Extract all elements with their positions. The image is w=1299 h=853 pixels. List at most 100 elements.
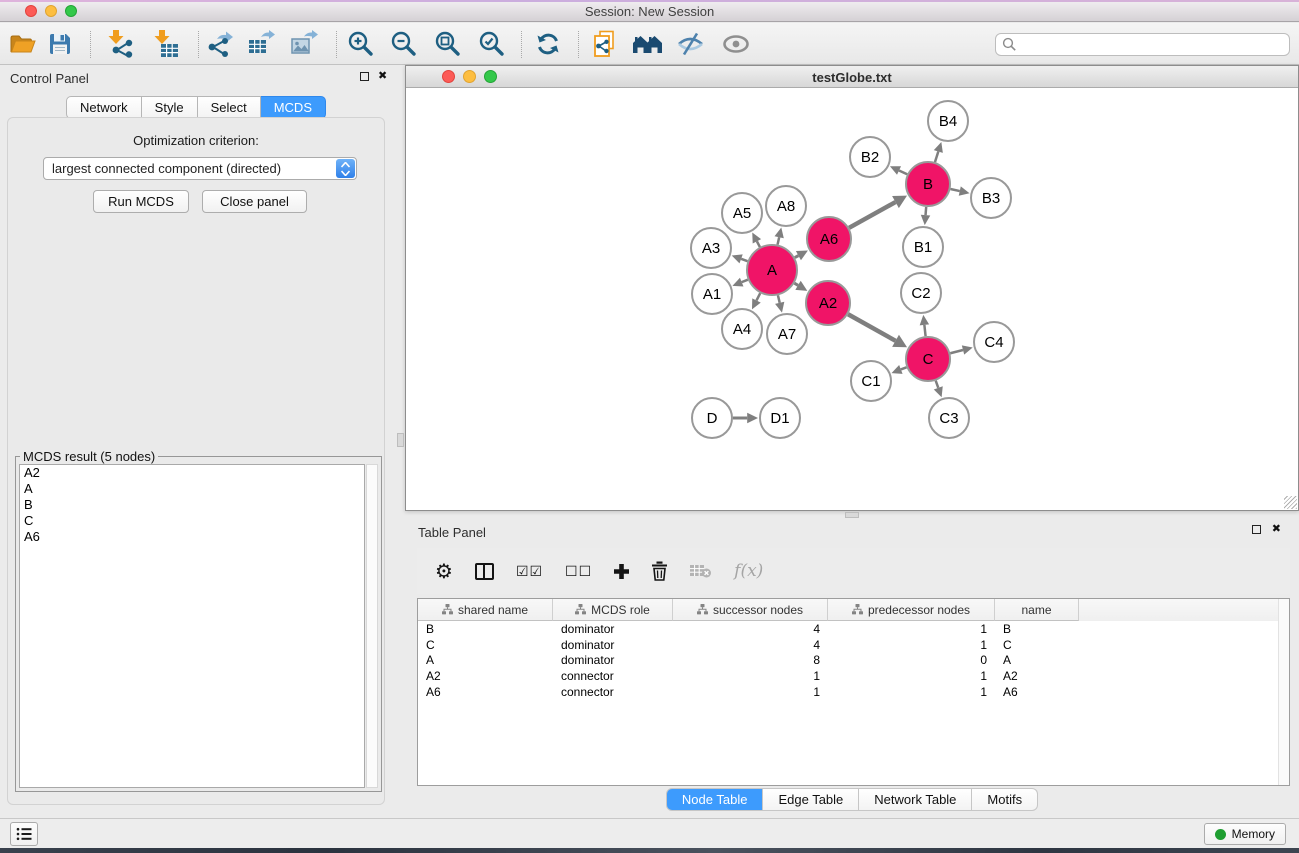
mcds-result-item[interactable]: A2 bbox=[20, 465, 364, 481]
edge-A-A7[interactable] bbox=[778, 295, 780, 303]
zoom-selected-icon[interactable] bbox=[478, 30, 506, 58]
tab-edge-table[interactable]: Edge Table bbox=[763, 788, 859, 811]
save-session-icon[interactable] bbox=[48, 32, 72, 56]
table-cell[interactable]: C bbox=[418, 638, 553, 652]
import-network-icon[interactable] bbox=[106, 30, 134, 58]
network-window-titlebar[interactable]: testGlobe.txt bbox=[406, 66, 1298, 88]
edge-A-A6[interactable] bbox=[795, 256, 799, 258]
edge-B-B4[interactable] bbox=[935, 151, 938, 162]
import-table-icon[interactable] bbox=[152, 30, 180, 58]
table-row[interactable]: A2connector11A2 bbox=[418, 668, 1289, 684]
table-cell[interactable]: B bbox=[418, 622, 553, 636]
open-session-icon[interactable] bbox=[8, 32, 36, 56]
edge-C-C2[interactable] bbox=[924, 325, 925, 336]
mcds-result-item[interactable]: A6 bbox=[20, 529, 364, 545]
edge-A2-C[interactable] bbox=[848, 314, 895, 341]
edge-B-B1[interactable] bbox=[926, 207, 927, 215]
table-cell[interactable]: dominator bbox=[553, 653, 673, 667]
add-column-icon[interactable] bbox=[614, 564, 629, 579]
edge-A-A4[interactable] bbox=[757, 293, 761, 300]
float-panel-icon[interactable] bbox=[360, 72, 369, 84]
edge-A-A8[interactable] bbox=[778, 237, 780, 244]
criterion-dropdown[interactable]: largest connected component (directed) bbox=[43, 157, 357, 180]
table-cell[interactable]: 4 bbox=[673, 638, 828, 652]
edge-B-B3[interactable] bbox=[950, 189, 959, 191]
export-image-icon[interactable] bbox=[290, 30, 318, 58]
table-cell[interactable]: 8 bbox=[673, 653, 828, 667]
export-table-icon[interactable] bbox=[247, 30, 275, 58]
column-header-name[interactable]: name bbox=[995, 599, 1079, 621]
mcds-result-item[interactable]: B bbox=[20, 497, 364, 513]
table-float-panel-icon[interactable] bbox=[1252, 525, 1261, 537]
table-row[interactable]: Adominator80A bbox=[418, 652, 1289, 668]
table-close-panel-icon[interactable]: ✖ bbox=[1272, 524, 1281, 535]
search-input[interactable] bbox=[995, 33, 1290, 56]
export-network-icon[interactable] bbox=[205, 30, 233, 58]
close-panel-button[interactable]: Close panel bbox=[202, 190, 307, 213]
table-cell[interactable]: A6 bbox=[418, 685, 553, 699]
close-panel-icon[interactable]: ✖ bbox=[378, 71, 387, 82]
zoom-in-icon[interactable] bbox=[347, 30, 375, 58]
zoom-out-icon[interactable] bbox=[390, 30, 418, 58]
mcds-result-item[interactable]: A bbox=[20, 481, 364, 497]
tab-network[interactable]: Network bbox=[66, 96, 142, 119]
toggle-column-view-icon[interactable] bbox=[475, 563, 494, 580]
table-cell[interactable]: dominator bbox=[553, 622, 673, 636]
settings-gear-icon[interactable]: ⚙ bbox=[435, 559, 453, 584]
run-mcds-button[interactable]: Run MCDS bbox=[93, 190, 189, 213]
table-cell[interactable]: 1 bbox=[828, 669, 995, 683]
deselect-all-checkboxes-icon[interactable]: ☐☐ bbox=[565, 563, 592, 580]
table-cell[interactable]: 1 bbox=[673, 685, 828, 699]
hide-unselected-icon[interactable] bbox=[676, 32, 706, 56]
tab-node-table[interactable]: Node Table bbox=[666, 788, 764, 811]
table-cell[interactable]: 4 bbox=[673, 622, 828, 636]
table-cell[interactable]: A6 bbox=[995, 685, 1079, 699]
table-cell[interactable]: connector bbox=[553, 685, 673, 699]
table-cell[interactable]: dominator bbox=[553, 638, 673, 652]
table-cell[interactable]: A bbox=[418, 653, 553, 667]
table-row[interactable]: Cdominator41C bbox=[418, 637, 1289, 653]
task-history-button[interactable] bbox=[10, 822, 38, 846]
table-cell[interactable]: B bbox=[995, 622, 1079, 636]
table-cell[interactable]: C bbox=[995, 638, 1079, 652]
home-icon[interactable] bbox=[632, 33, 664, 55]
table-cell[interactable]: 1 bbox=[673, 669, 828, 683]
column-header-predecessor-nodes[interactable]: predecessor nodes bbox=[828, 599, 995, 621]
tab-mcds[interactable]: MCDS bbox=[261, 96, 326, 119]
network-canvas[interactable]: B4B2BB3A8A5A6A3B1AA1C2A2A4A7C4CC1C3DD1 bbox=[406, 88, 1298, 510]
edge-C-C3[interactable] bbox=[936, 381, 939, 388]
mcds-result-item[interactable]: C bbox=[20, 513, 364, 529]
table-cell[interactable]: A bbox=[995, 653, 1079, 667]
table-cell[interactable]: 1 bbox=[828, 622, 995, 636]
table-cell[interactable]: connector bbox=[553, 669, 673, 683]
table-row[interactable]: A6connector11A6 bbox=[418, 684, 1289, 700]
delete-columns-icon[interactable] bbox=[651, 561, 668, 581]
column-header-mcds-role[interactable]: MCDS role bbox=[553, 599, 673, 621]
tab-style[interactable]: Style bbox=[142, 96, 198, 119]
edge-B-B2[interactable] bbox=[899, 171, 907, 175]
column-header-successor-nodes[interactable]: successor nodes bbox=[673, 599, 828, 621]
edge-C-C1[interactable] bbox=[901, 367, 907, 369]
column-header-shared-name[interactable]: shared name bbox=[418, 599, 553, 621]
edge-A-A2[interactable] bbox=[794, 283, 798, 285]
table-cell[interactable]: 1 bbox=[828, 685, 995, 699]
table-cell[interactable]: A2 bbox=[995, 669, 1079, 683]
memory-button[interactable]: Memory bbox=[1204, 823, 1286, 845]
select-all-checkboxes-icon[interactable]: ☑☑ bbox=[516, 563, 543, 580]
mcds-result-scrollbar[interactable] bbox=[366, 464, 378, 788]
tab-select[interactable]: Select bbox=[198, 96, 261, 119]
table-cell[interactable]: 1 bbox=[828, 638, 995, 652]
show-all-icon[interactable] bbox=[721, 32, 751, 56]
vertical-splitter-handle[interactable] bbox=[397, 433, 404, 447]
new-network-from-selection-icon[interactable] bbox=[592, 30, 618, 58]
table-cell[interactable]: 0 bbox=[828, 653, 995, 667]
mcds-result-list[interactable]: A2ABCA6 bbox=[19, 464, 365, 788]
edge-A-A3[interactable] bbox=[741, 259, 747, 261]
edge-A-A1[interactable] bbox=[742, 280, 748, 282]
table-row[interactable]: Bdominator41B bbox=[418, 621, 1289, 637]
edge-A-A5[interactable] bbox=[757, 241, 760, 247]
table-scrollbar[interactable] bbox=[1278, 599, 1289, 785]
zoom-fit-content-icon[interactable] bbox=[434, 30, 462, 58]
edge-C-C4[interactable] bbox=[950, 350, 963, 353]
edge-A6-B[interactable] bbox=[849, 202, 895, 228]
